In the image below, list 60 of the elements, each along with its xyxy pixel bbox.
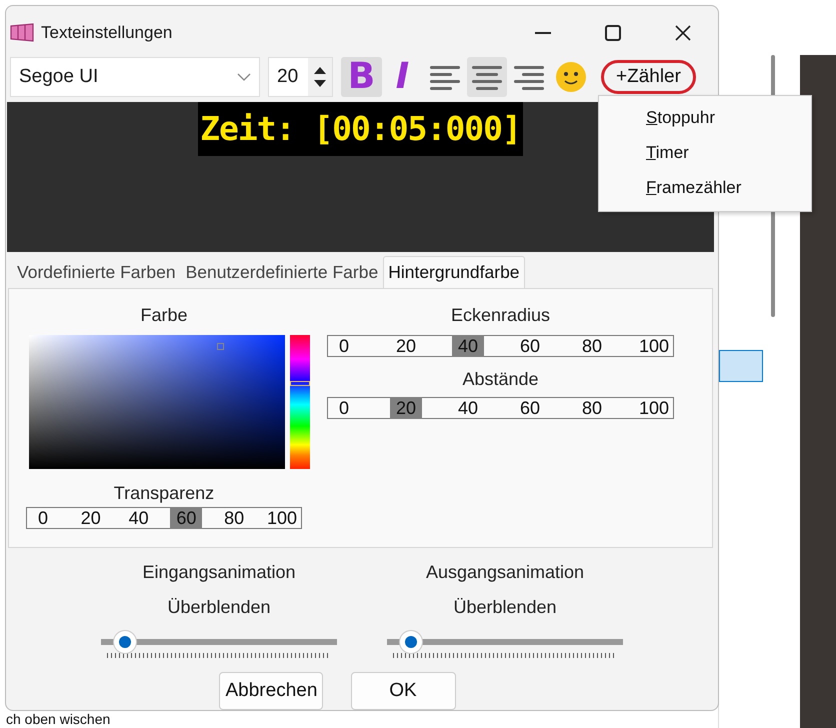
ruler-value[interactable]: 60 bbox=[514, 335, 546, 358]
window-title: Texteinstellungen bbox=[41, 22, 174, 43]
ruler-value[interactable]: 80 bbox=[576, 335, 608, 358]
value-ruler[interactable]: 0 20 40 60 80 100 bbox=[327, 397, 674, 420]
ruler-value[interactable]: 100 bbox=[638, 335, 670, 358]
section-label: Transparenz bbox=[114, 482, 214, 506]
ruler-value[interactable]: 40 bbox=[122, 507, 155, 530]
hue-marker[interactable] bbox=[290, 381, 310, 386]
animation-label: Eingangsanimation bbox=[142, 561, 296, 584]
tab[interactable]: Hintergrundfarbe bbox=[383, 256, 525, 288]
menu-item[interactable]: Timer bbox=[599, 135, 811, 170]
ruler-value[interactable]: 100 bbox=[638, 397, 670, 420]
bold-button[interactable]: B bbox=[341, 56, 382, 97]
chevron-down-icon bbox=[237, 72, 251, 81]
background-text: ch oben wischen bbox=[6, 711, 110, 727]
effect-name: Überblenden bbox=[453, 596, 557, 619]
align-center-button[interactable] bbox=[467, 56, 507, 97]
section-label: Eckenradius bbox=[450, 304, 550, 328]
slider-thumb[interactable] bbox=[114, 631, 136, 653]
ruler-value[interactable]: 60 bbox=[514, 397, 546, 420]
ruler-value[interactable]: 100 bbox=[266, 507, 298, 530]
ruler-value[interactable]: 0 bbox=[328, 335, 360, 358]
selected-value[interactable]: 20 bbox=[390, 397, 422, 420]
maximize-icon[interactable] bbox=[605, 24, 621, 41]
font-dropdown[interactable]: Segoe UI bbox=[10, 56, 260, 97]
value-ruler[interactable]: 0 20 40 60 80 100 bbox=[327, 335, 674, 358]
ruler-value[interactable]: 80 bbox=[576, 397, 608, 420]
section-label: Abstände bbox=[462, 368, 539, 392]
minimize-icon[interactable] bbox=[535, 32, 551, 34]
ruler-value[interactable]: 0 bbox=[328, 397, 360, 420]
slider-thumb[interactable] bbox=[400, 631, 422, 653]
tab[interactable]: Benutzerdefinierte Farbe bbox=[180, 256, 384, 288]
menu-item[interactable]: Framezähler bbox=[599, 170, 811, 205]
effect-name: Überblenden bbox=[167, 596, 271, 619]
ruler-value[interactable]: 80 bbox=[218, 507, 250, 530]
animation-label: Ausgangsanimation bbox=[426, 561, 584, 584]
ruler-value[interactable]: 20 bbox=[74, 507, 107, 530]
value-ruler[interactable]: 0 20 40 60 80 100 bbox=[26, 507, 302, 530]
color-marker[interactable] bbox=[216, 343, 224, 350]
color-field[interactable] bbox=[28, 335, 284, 470]
selected-value[interactable]: 60 bbox=[170, 507, 202, 530]
menu-item[interactable]: Stoppuhr bbox=[599, 100, 811, 135]
section-label: Farbe bbox=[140, 304, 188, 328]
ruler-value[interactable]: 0 bbox=[27, 507, 59, 530]
tab[interactable]: Vordefinierte Farben bbox=[12, 256, 181, 288]
selected-list-row[interactable] bbox=[719, 350, 763, 382]
cancel-button[interactable]: Abbrechen bbox=[218, 672, 322, 710]
down-arrow-icon[interactable] bbox=[314, 80, 326, 87]
ruler-value[interactable]: 40 bbox=[452, 397, 484, 420]
selected-value[interactable]: 40 bbox=[452, 335, 484, 358]
ok-button[interactable]: OK bbox=[350, 672, 456, 710]
close-icon[interactable] bbox=[675, 24, 691, 41]
smiley-icon[interactable] bbox=[555, 60, 587, 93]
preview-text: Zeit: [00:05:000] bbox=[198, 102, 523, 156]
film-icon bbox=[9, 22, 35, 43]
hue-bar[interactable] bbox=[290, 335, 310, 470]
italic-button[interactable]: I bbox=[382, 56, 423, 97]
ruler-value[interactable]: 20 bbox=[390, 335, 422, 358]
up-arrow-icon[interactable] bbox=[314, 66, 326, 74]
size-spinbox[interactable]: 20 bbox=[268, 56, 333, 97]
